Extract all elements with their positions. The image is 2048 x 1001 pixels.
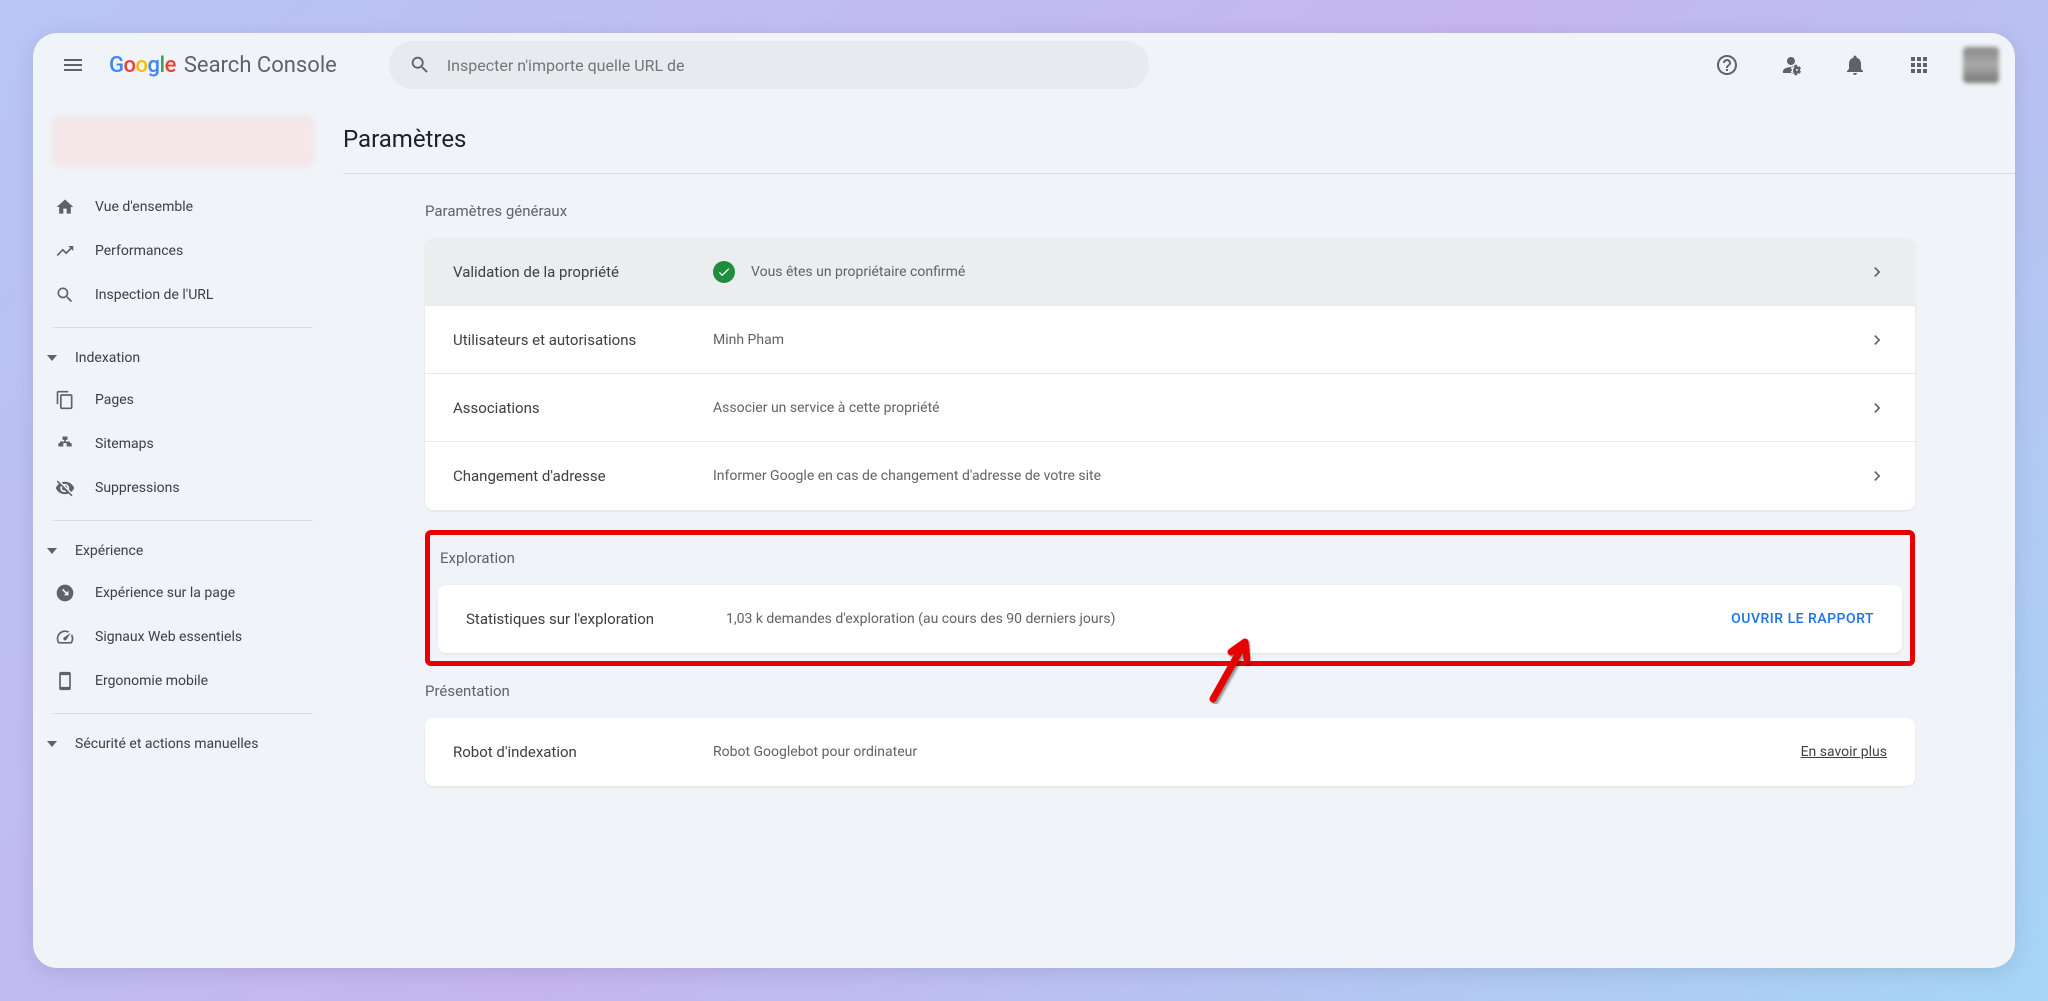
- redacted-property: [984, 55, 1129, 75]
- trending-icon: [55, 241, 75, 261]
- sidebar-item-removals[interactable]: Suppressions: [33, 466, 321, 510]
- sidebar-item-label: Expérience sur la page: [95, 585, 235, 601]
- row-ownership-verification[interactable]: Validation de la propriété Vous êtes un …: [425, 238, 1915, 306]
- sidebar-item-url-inspection[interactable]: Inspection de l'URL: [33, 273, 321, 317]
- notifications-button[interactable]: [1835, 45, 1875, 85]
- search-bar[interactable]: [389, 41, 1149, 89]
- row-value: Informer Google en cas de changement d'a…: [713, 468, 1867, 484]
- chevron-right-icon: [1867, 466, 1887, 486]
- sidebar-item-overview[interactable]: Vue d'ensemble: [33, 185, 321, 229]
- main-content: Paramètres Paramètres généraux Validatio…: [333, 97, 2015, 968]
- search-icon: [409, 54, 431, 76]
- sidebar-item-label: Suppressions: [95, 480, 180, 496]
- sidebar-section-security[interactable]: Sécurité et actions manuelles: [33, 724, 333, 764]
- google-logo: Google: [109, 53, 176, 78]
- row-crawl-stats[interactable]: Statistiques sur l'exploration 1,03 k de…: [438, 585, 1902, 653]
- mobile-icon: [55, 671, 75, 691]
- apps-grid-icon: [1907, 53, 1931, 77]
- row-label: Changement d'adresse: [453, 467, 713, 485]
- visibility-off-icon: [55, 478, 75, 498]
- app-window: Google Search Console: [33, 33, 2015, 968]
- exploration-card: Statistiques sur l'exploration 1,03 k de…: [438, 585, 1902, 653]
- sidebar-section-label: Sécurité et actions manuelles: [75, 736, 258, 752]
- section-title: Exploration: [440, 549, 1902, 567]
- sidebar-item-label: Pages: [95, 392, 134, 408]
- row-label: Robot d'indexation: [453, 743, 713, 761]
- sidebar-section-label: Indexation: [75, 350, 140, 366]
- row-label: Statistiques sur l'exploration: [466, 610, 726, 628]
- app-header: Google Search Console: [33, 33, 2015, 97]
- sidebar-item-label: Inspection de l'URL: [95, 287, 213, 303]
- learn-more-link[interactable]: En savoir plus: [1801, 744, 1887, 760]
- sidebar-section-label: Expérience: [75, 543, 143, 559]
- sidebar-item-sitemaps[interactable]: Sitemaps: [33, 422, 321, 466]
- help-icon: [1715, 53, 1739, 77]
- sidebar-item-label: Ergonomie mobile: [95, 673, 208, 689]
- open-report-button[interactable]: OUVRIR LE RAPPORT: [1731, 611, 1874, 627]
- check-circle-icon: [713, 261, 735, 283]
- home-icon: [55, 197, 75, 217]
- avatar[interactable]: [1963, 47, 1999, 83]
- row-indexing-crawler[interactable]: Robot d'indexation Robot Googlebot pour …: [425, 718, 1915, 786]
- general-card: Validation de la propriété Vous êtes un …: [425, 238, 1915, 510]
- person-gear-icon: [1779, 53, 1803, 77]
- bell-icon: [1843, 53, 1867, 77]
- sidebar-item-label: Signaux Web essentiels: [95, 629, 242, 645]
- apps-button[interactable]: [1899, 45, 1939, 85]
- row-value: Associer un service à cette propriété: [713, 400, 1867, 416]
- row-value: Minh Pham: [713, 332, 1867, 348]
- url-inspect-input[interactable]: [447, 56, 984, 75]
- sidebar-item-mobile-usability[interactable]: Ergonomie mobile: [33, 659, 321, 703]
- product-name: Search Console: [184, 53, 337, 78]
- caret-down-icon: [47, 353, 57, 363]
- row-label: Validation de la propriété: [453, 263, 713, 281]
- row-change-of-address[interactable]: Changement d'adresse Informer Google en …: [425, 442, 1915, 510]
- presentation-card: Robot d'indexation Robot Googlebot pour …: [425, 718, 1915, 786]
- row-label: Associations: [453, 399, 713, 417]
- sidebar-section-indexation[interactable]: Indexation: [33, 338, 333, 378]
- sidebar-item-label: Vue d'ensemble: [95, 199, 193, 215]
- caret-down-icon: [47, 739, 57, 749]
- row-users-permissions[interactable]: Utilisateurs et autorisations Minh Pham: [425, 306, 1915, 374]
- red-arrow-annotation: [1203, 624, 1263, 704]
- exploration-highlight: Exploration Statistiques sur l'explorati…: [425, 530, 1915, 666]
- sidebar-item-page-experience[interactable]: Expérience sur la page: [33, 571, 321, 615]
- users-button[interactable]: [1771, 45, 1811, 85]
- sitemap-icon: [55, 434, 75, 454]
- sidebar-item-label: Sitemaps: [95, 436, 154, 452]
- chevron-right-icon: [1867, 330, 1887, 350]
- sidebar-item-core-web-vitals[interactable]: Signaux Web essentiels: [33, 615, 321, 659]
- row-value: Vous êtes un propriétaire confirmé: [713, 261, 1867, 283]
- sidebar: Vue d'ensemble Performances Inspection d…: [33, 97, 333, 968]
- circle-arrow-icon: [55, 583, 75, 603]
- hamburger-icon: [61, 53, 85, 77]
- sidebar-item-pages[interactable]: Pages: [33, 378, 321, 422]
- row-label: Utilisateurs et autorisations: [453, 331, 713, 349]
- chevron-right-icon: [1867, 262, 1887, 282]
- pages-icon: [55, 390, 75, 410]
- property-selector[interactable]: [53, 117, 313, 165]
- caret-down-icon: [47, 546, 57, 556]
- page-title: Paramètres: [343, 97, 2015, 173]
- header-actions: [1707, 45, 1999, 85]
- chevron-right-icon: [1867, 398, 1887, 418]
- search-icon: [55, 285, 75, 305]
- sidebar-section-experience[interactable]: Expérience: [33, 531, 333, 571]
- row-associations[interactable]: Associations Associer un service à cette…: [425, 374, 1915, 442]
- section-general: Paramètres généraux Validation de la pro…: [343, 174, 2015, 786]
- sidebar-item-label: Performances: [95, 243, 183, 259]
- help-button[interactable]: [1707, 45, 1747, 85]
- menu-button[interactable]: [49, 41, 97, 89]
- section-title: Paramètres généraux: [425, 202, 1915, 220]
- row-value: Robot Googlebot pour ordinateur: [713, 744, 1801, 760]
- section-title: Présentation: [425, 682, 1915, 700]
- speed-icon: [55, 627, 75, 647]
- logo[interactable]: Google Search Console: [109, 53, 337, 78]
- sidebar-item-performance[interactable]: Performances: [33, 229, 321, 273]
